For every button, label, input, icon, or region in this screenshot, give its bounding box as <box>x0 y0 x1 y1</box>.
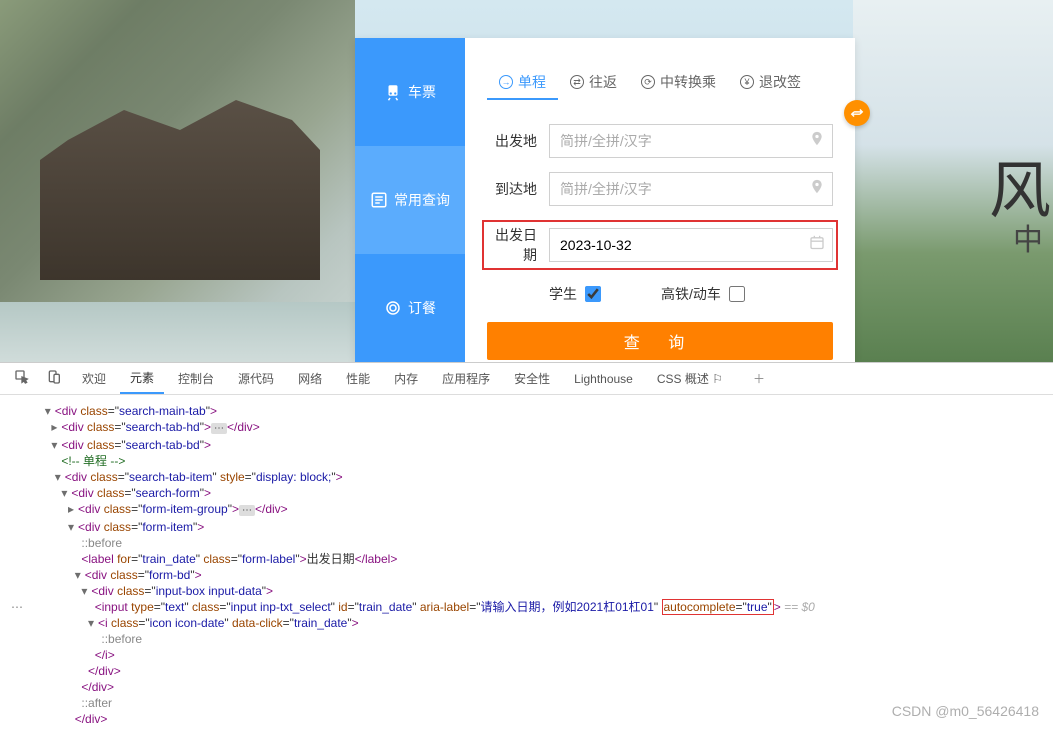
sidebar-label: 常用查询 <box>394 190 450 210</box>
watermark: CSDN @m0_56426418 <box>892 703 1039 719</box>
device-icon[interactable] <box>40 365 68 392</box>
sidebar-label: 订餐 <box>408 298 436 318</box>
dt-tab-welcome[interactable]: 欢迎 <box>72 364 116 393</box>
sidebar-item-meal[interactable]: 订餐 <box>355 254 465 362</box>
sidebar: 车票 常用查询 订餐 <box>355 38 465 362</box>
background-right-scenery: 风 中 <box>853 0 1053 362</box>
student-checkbox-input[interactable] <box>585 286 601 302</box>
dt-add-tab[interactable]: ＋ <box>745 366 773 391</box>
tab-oneway[interactable]: → 单程 <box>487 66 558 100</box>
from-label: 出发地 <box>487 131 549 151</box>
highspeed-checkbox-input[interactable] <box>729 286 745 302</box>
from-input[interactable] <box>549 124 833 158</box>
dt-tab-css-overview[interactable]: CSS 概述 ⚐ <box>647 364 733 393</box>
dt-tab-elements[interactable]: 元素 <box>120 363 164 394</box>
swap-stations-button[interactable] <box>844 100 870 126</box>
app-top-panel: 风 中 车票 常用查询 订餐 <box>0 0 1053 362</box>
dt-tab-network[interactable]: 网络 <box>288 364 332 393</box>
options-row: 学生 高铁/动车 <box>487 284 833 304</box>
highspeed-checkbox[interactable]: 高铁/动车 <box>661 284 745 304</box>
to-row: 到达地 <box>487 172 833 206</box>
sidebar-item-common-query[interactable]: 常用查询 <box>355 146 465 254</box>
decorative-sub: 中 <box>1013 215 1043 259</box>
dt-tab-console[interactable]: 控制台 <box>168 364 224 393</box>
date-row-highlighted: 出发日期 <box>482 220 838 270</box>
date-label: 出发日期 <box>487 225 549 265</box>
date-input[interactable] <box>549 228 833 262</box>
trip-type-tabs: → 单程 ⇄ 往返 ⟳ 中转换乘 ¥ 退改签 <box>487 66 833 100</box>
tab-roundtrip[interactable]: ⇄ 往返 <box>558 66 629 100</box>
train-icon <box>384 83 402 101</box>
to-input[interactable] <box>549 172 833 206</box>
devtools-panel: 欢迎 元素 控制台 源代码 网络 性能 内存 应用程序 安全性 Lighthou… <box>0 362 1053 729</box>
sidebar-item-tickets[interactable]: 车票 <box>355 38 465 146</box>
search-form-panel: → 单程 ⇄ 往返 ⟳ 中转换乘 ¥ 退改签 出发地 <box>465 38 855 362</box>
refresh-icon: ⟳ <box>641 75 655 89</box>
to-label: 到达地 <box>487 179 549 199</box>
dt-tab-sources[interactable]: 源代码 <box>228 364 284 393</box>
student-checkbox[interactable]: 学生 <box>549 284 601 304</box>
devtools-tab-bar: 欢迎 元素 控制台 源代码 网络 性能 内存 应用程序 安全性 Lighthou… <box>0 363 1053 395</box>
tab-transfer[interactable]: ⟳ 中转换乘 <box>629 66 728 100</box>
search-panel: 车票 常用查询 订餐 → 单程 <box>355 38 855 362</box>
dt-tab-security[interactable]: 安全性 <box>504 364 560 393</box>
location-icon <box>809 179 825 200</box>
location-icon <box>809 131 825 152</box>
meal-icon <box>384 299 402 317</box>
inspect-icon[interactable] <box>8 365 36 392</box>
search-button[interactable]: 查 询 <box>487 322 833 360</box>
background-left-scenery <box>0 0 355 362</box>
from-row: 出发地 <box>487 124 833 158</box>
dt-tab-performance[interactable]: 性能 <box>336 364 380 393</box>
dt-tab-lighthouse[interactable]: Lighthouse <box>564 366 643 392</box>
tab-refund[interactable]: ¥ 退改签 <box>728 66 813 100</box>
dt-tab-application[interactable]: 应用程序 <box>432 364 500 393</box>
dom-tree[interactable]: ▾<div class="search-main-tab"> ▸<div cla… <box>0 395 1053 727</box>
calendar-icon[interactable] <box>809 235 825 256</box>
swap-icon: ⇄ <box>570 75 584 89</box>
list-icon <box>370 191 388 209</box>
arrow-right-icon: → <box>499 75 513 89</box>
dt-tab-memory[interactable]: 内存 <box>384 364 428 393</box>
sidebar-label: 车票 <box>408 82 436 102</box>
yen-icon: ¥ <box>740 75 754 89</box>
